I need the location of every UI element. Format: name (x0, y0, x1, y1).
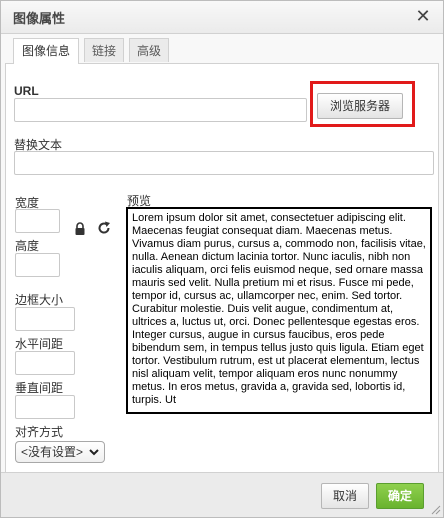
tab-advanced[interactable]: 高级 (129, 38, 169, 62)
lock-icon[interactable] (73, 222, 87, 236)
hspace-label: 水平间距 (15, 337, 64, 351)
preview-box: Lorem ipsum dolor sit amet, consectetuer… (126, 207, 432, 414)
resize-grip-icon[interactable] (431, 505, 441, 515)
dialog-title: 图像属性 (13, 11, 66, 26)
url-label: URL (14, 84, 39, 98)
vspace-input[interactable] (15, 395, 75, 419)
align-label: 对齐方式 (15, 425, 64, 439)
tab-image-info[interactable]: 图像信息 (13, 38, 79, 64)
url-input[interactable] (14, 98, 307, 122)
hspace-input[interactable] (15, 351, 75, 375)
vspace-label: 垂直间距 (15, 381, 64, 395)
border-label: 边框大小 (15, 293, 64, 307)
align-selected-value: <没有设置> (21, 445, 84, 459)
align-select[interactable]: <没有设置> (15, 441, 105, 463)
tab-link[interactable]: 链接 (84, 38, 124, 62)
preview-text: Lorem ipsum dolor sit amet, consectetuer… (132, 212, 426, 406)
cancel-button[interactable]: 取消 (321, 483, 369, 509)
height-input[interactable] (15, 253, 60, 277)
close-icon[interactable]: ✕ (413, 5, 433, 27)
border-input[interactable] (15, 307, 75, 331)
width-input[interactable] (15, 209, 60, 233)
image-properties-dialog: 图像属性 ✕ 图像信息 链接 高级 URL 浏览服务器 替换文本 宽度 高度 边… (0, 0, 444, 518)
chevron-down-icon (89, 449, 99, 456)
height-label: 高度 (15, 239, 40, 253)
refresh-icon[interactable] (97, 221, 111, 235)
ok-button[interactable]: 确定 (376, 483, 424, 509)
browse-server-button[interactable]: 浏览服务器 (317, 93, 403, 119)
dialog-titlebar[interactable]: 图像属性 ✕ (1, 1, 443, 34)
alt-text-input[interactable] (14, 151, 434, 175)
